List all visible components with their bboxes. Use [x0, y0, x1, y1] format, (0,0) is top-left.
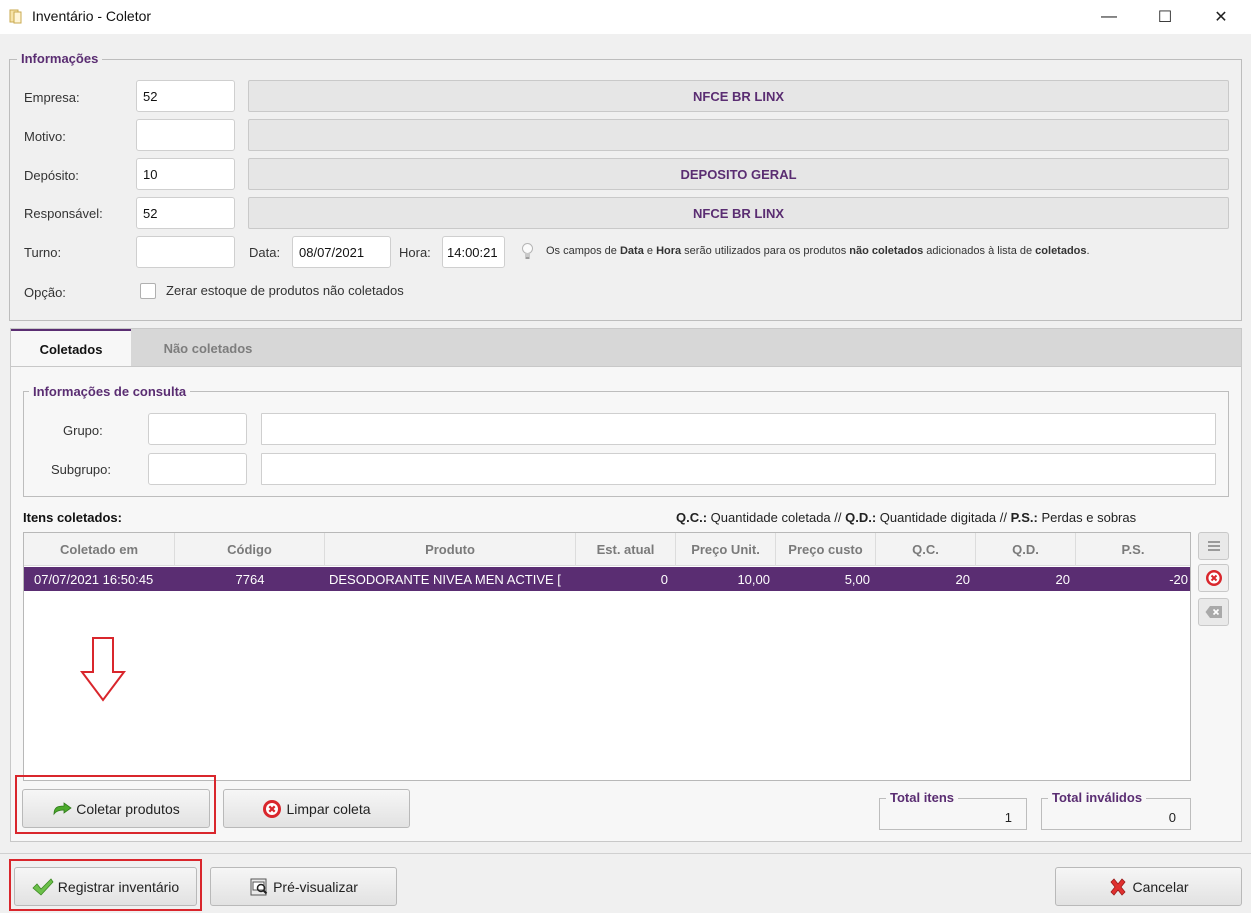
arrow-forward-icon [53, 801, 72, 815]
responsavel-code-input[interactable]: 52 [136, 197, 235, 229]
col-coletado-em[interactable]: Coletado em [24, 533, 175, 566]
cell-produto: DESODORANTE NIVEA MEN ACTIVE [ [329, 571, 561, 587]
limpar-coleta-label: Limpar coleta [286, 800, 371, 817]
zerar-estoque-checkbox[interactable] [140, 283, 156, 299]
col-preco-unit[interactable]: Preço Unit. [676, 533, 776, 566]
pre-visualizar-button[interactable]: Pré-visualizar [210, 867, 397, 906]
remove-item-button[interactable] [1198, 564, 1229, 592]
grupo-code-input[interactable] [148, 413, 247, 445]
coletar-produtos-button[interactable]: Coletar produtos [22, 789, 210, 828]
tab-coletados[interactable]: Coletados [11, 329, 131, 367]
columns-button[interactable] [1198, 532, 1229, 560]
col-produto[interactable]: Produto [325, 533, 576, 566]
turno-label: Turno: [24, 245, 62, 260]
col-ps[interactable]: P.S. [1076, 533, 1190, 566]
remove-circle-icon [1205, 570, 1222, 586]
limpar-coleta-button[interactable]: Limpar coleta [223, 789, 410, 828]
title-bar: Inventário - Coletor — ☐ ✕ [0, 0, 1251, 34]
data-hora-hint: Os campos de Data e Hora serão utilizado… [546, 245, 1090, 257]
subgrupo-label: Subgrupo: [51, 462, 111, 477]
data-label: Data: [249, 245, 281, 260]
cancelar-label: Cancelar [1132, 878, 1189, 895]
grid-header: Coletado em Código Produto Est. atual Pr… [24, 533, 1190, 566]
total-invalidos-box: Total inválidos 0 [1041, 790, 1191, 830]
col-qd[interactable]: Q.D. [976, 533, 1076, 566]
responsavel-label: Responsável: [24, 206, 103, 221]
motivo-label: Motivo: [24, 129, 66, 144]
col-est-atual[interactable]: Est. atual [576, 533, 676, 566]
subgrupo-name-input[interactable] [261, 453, 1216, 485]
app-icon [9, 9, 22, 24]
minimize-button[interactable]: — [1086, 0, 1132, 34]
total-itens-value: 1 [1004, 810, 1012, 825]
data-input[interactable]: 08/07/2021 [292, 236, 391, 268]
deposito-name-display: DEPOSITO GERAL [248, 158, 1229, 190]
menu-icon [1207, 541, 1220, 551]
cell-est-atual: 0 [660, 571, 668, 587]
total-itens-box: Total itens 1 [879, 790, 1027, 830]
col-codigo[interactable]: Código [175, 533, 325, 566]
cell-preco-custo: 5,00 [844, 571, 870, 587]
bottom-divider [0, 853, 1251, 854]
col-qc[interactable]: Q.C. [876, 533, 976, 566]
lightbulb-icon [522, 243, 533, 259]
col-preco-custo[interactable]: Preço custo [776, 533, 876, 566]
close-button[interactable]: ✕ [1198, 0, 1244, 34]
total-invalidos-value: 0 [1168, 810, 1176, 825]
opcao-label: Opção: [24, 285, 66, 300]
total-itens-label: Total itens [886, 790, 959, 805]
print-preview-icon [250, 878, 268, 895]
backspace-icon [1205, 606, 1222, 618]
tabs-bar: Coletados Não coletados [10, 328, 1242, 367]
total-invalidos-label: Total inválidos [1048, 790, 1147, 805]
down-arrow-annotation-icon [80, 637, 126, 702]
cancelar-button[interactable]: Cancelar [1055, 867, 1242, 906]
checkmark-icon [32, 877, 54, 896]
cell-coletado-em: 07/07/2021 16:50:45 [34, 571, 154, 587]
maximize-icon: ☐ [1157, 9, 1173, 26]
table-row[interactable]: 07/07/2021 16:50:45 7764 DESODORANTE NIV… [24, 567, 1190, 591]
empresa-code-input[interactable]: 52 [136, 80, 235, 112]
cell-qc: 20 [955, 571, 970, 587]
registrar-inventario-button[interactable]: Registrar inventário [14, 867, 197, 906]
coletar-produtos-label: Coletar produtos [76, 800, 180, 817]
pre-visualizar-label: Pré-visualizar [273, 878, 358, 895]
close-icon: ✕ [1214, 9, 1228, 26]
clear-circle-icon [263, 799, 282, 818]
cell-ps: -20 [1169, 571, 1188, 587]
itens-coletados-title: Itens coletados: [23, 510, 122, 525]
subgrupo-code-input[interactable] [148, 453, 247, 485]
deposito-code-input[interactable]: 10 [136, 158, 235, 190]
quantity-legend: Q.C.: Quantidade coletada // Q.D.: Quant… [676, 510, 1137, 525]
deposito-label: Depósito: [24, 168, 79, 183]
grupo-name-input[interactable] [261, 413, 1216, 445]
hora-label: Hora: [399, 245, 431, 260]
window-title: Inventário - Coletor [32, 8, 152, 24]
clear-field-button[interactable] [1198, 598, 1229, 626]
cell-preco-unit: 10,00 [737, 571, 770, 587]
registrar-inventario-label: Registrar inventário [57, 878, 180, 895]
informacoes-legend: Informações [17, 51, 103, 66]
itens-grid[interactable]: Coletado em Código Produto Est. atual Pr… [23, 532, 1191, 781]
cell-codigo: 7764 [235, 571, 265, 587]
hora-input[interactable]: 14:00:21 [442, 236, 505, 268]
responsavel-name-display: NFCE BR LINX [248, 197, 1229, 229]
consulta-legend: Informações de consulta [29, 384, 191, 399]
empresa-name-display: NFCE BR LINX [248, 80, 1229, 112]
motivo-name-display [248, 119, 1229, 151]
motivo-code-input[interactable] [136, 119, 235, 151]
grupo-label: Grupo: [63, 423, 103, 438]
cancel-x-icon [1110, 877, 1127, 896]
tab-nao-coletados[interactable]: Não coletados [131, 329, 285, 367]
zerar-estoque-label[interactable]: Zerar estoque de produtos não coletados [166, 283, 404, 298]
cell-qd: 20 [1055, 571, 1070, 587]
empresa-label: Empresa: [24, 90, 80, 105]
maximize-button[interactable]: ☐ [1142, 0, 1188, 34]
turno-input[interactable] [136, 236, 235, 268]
minimize-icon: — [1101, 8, 1117, 25]
